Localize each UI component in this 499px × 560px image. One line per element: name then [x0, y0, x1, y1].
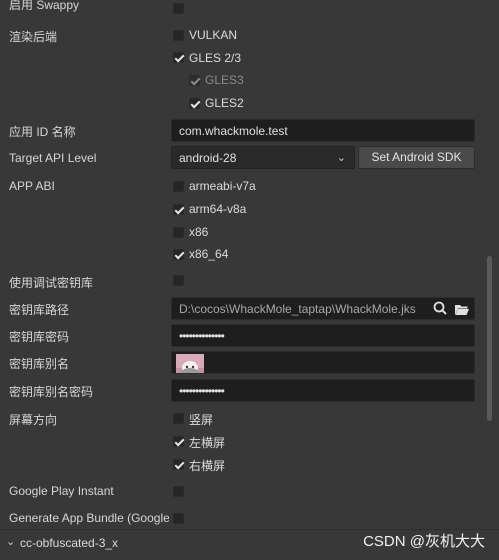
portrait-label: 竖屏	[189, 413, 214, 427]
gles23-checkbox[interactable]	[173, 52, 184, 63]
app-abi-label: APP ABI	[9, 179, 55, 193]
target-api-value: android-28	[179, 151, 237, 165]
keystore-password-label: 密钥库密码	[9, 330, 70, 344]
arm64-checkbox[interactable]	[173, 204, 184, 215]
google-play-instant-label: Google Play Instant	[9, 484, 114, 498]
swappy-label: 启用 Swappy	[9, 0, 80, 12]
vulkan-checkbox[interactable]	[173, 30, 184, 41]
keystore-alias-input[interactable]	[171, 351, 475, 374]
app-bundle-checkbox[interactable]	[173, 513, 184, 524]
vulkan-label: VULKAN	[189, 28, 238, 42]
alias-password-input[interactable]: ••••••••••••••	[171, 379, 475, 402]
debug-keystore-checkbox[interactable]	[173, 275, 184, 286]
gles2-label: GLES2	[205, 96, 244, 110]
alias-avatar-image	[176, 354, 204, 373]
x86-64-label: x86_64	[189, 247, 229, 261]
scrollbar[interactable]	[487, 256, 492, 421]
keystore-path-label: 密钥库路径	[9, 303, 70, 317]
keystore-password-input[interactable]: ••••••••••••••	[171, 324, 475, 347]
keystore-path-input[interactable]: D:\cocos\WhackMole_taptap\WhackMole.jks	[171, 297, 475, 320]
armeabi-label: armeabi-v7a	[189, 179, 256, 193]
gles3-label: GLES3	[205, 73, 244, 87]
orientation-label: 屏幕方向	[9, 413, 58, 427]
x86-label: x86	[189, 225, 209, 239]
gles3-checkbox[interactable]	[189, 75, 200, 86]
x86-64-checkbox[interactable]	[173, 249, 184, 260]
armeabi-checkbox[interactable]	[173, 181, 184, 192]
swappy-checkbox[interactable]	[173, 3, 184, 14]
portrait-checkbox[interactable]	[173, 413, 184, 424]
app-bundle-label: Generate App Bundle (Google Play)	[9, 511, 169, 525]
render-backend-label: 渲染后端	[9, 30, 58, 44]
folder-open-icon[interactable]	[452, 299, 472, 319]
set-android-sdk-button[interactable]: Set Android SDK	[358, 146, 475, 169]
chevron-down-icon: ⌄	[6, 536, 16, 548]
keystore-alias-label: 密钥库别名	[9, 357, 70, 371]
target-api-select[interactable]: android-28 ⌄	[171, 146, 355, 169]
gles23-label: GLES 2/3	[189, 51, 242, 65]
app-id-label: 应用 ID 名称	[9, 125, 76, 139]
google-play-instant-checkbox[interactable]	[173, 486, 184, 497]
arm64-label: arm64-v8a	[189, 202, 247, 216]
chevron-down-icon: ⌄	[336, 152, 346, 164]
debug-keystore-label: 使用调试密钥库	[9, 276, 94, 290]
landscape-left-label: 左横屏	[189, 436, 226, 450]
landscape-right-checkbox[interactable]	[173, 459, 184, 470]
x86-checkbox[interactable]	[173, 227, 184, 238]
search-icon[interactable]	[431, 299, 451, 319]
section-title: cc-obfuscated-3_x	[20, 536, 119, 550]
keystore-path-value: D:\cocos\WhackMole_taptap\WhackMole.jks	[179, 302, 416, 316]
watermark: CSDN @灰机大大	[363, 533, 485, 550]
alias-password-label: 密钥库别名密码	[9, 385, 94, 399]
landscape-left-checkbox[interactable]	[173, 436, 184, 447]
landscape-right-label: 右横屏	[189, 459, 226, 473]
target-api-label: Target API Level	[9, 151, 97, 165]
app-id-input[interactable]: com.whackmole.test	[171, 119, 475, 142]
gles2-checkbox[interactable]	[189, 98, 200, 109]
